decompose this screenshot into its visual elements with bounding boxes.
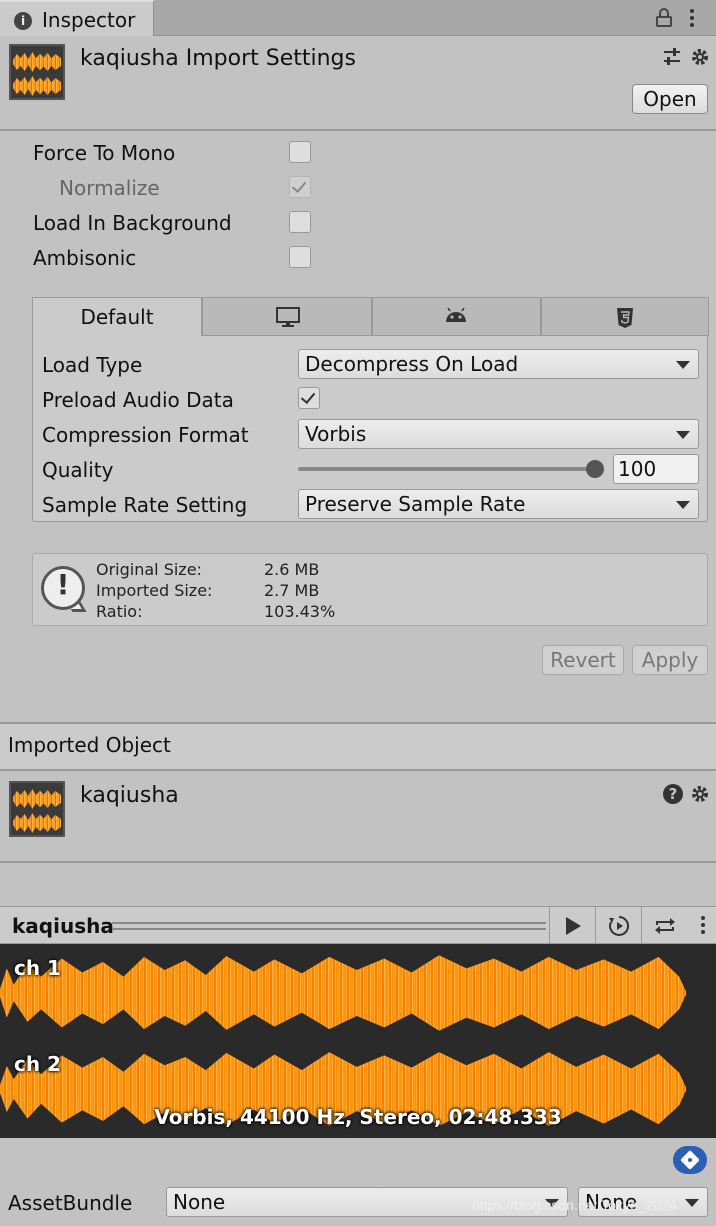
clip-info-text: Vorbis, 44100 Hz, Stereo, 02:48.333 bbox=[154, 1105, 562, 1129]
preload-audio-data-checkbox[interactable] bbox=[298, 387, 320, 409]
preview-drag-handle[interactable] bbox=[112, 922, 546, 924]
compression-format-value: Vorbis bbox=[305, 422, 367, 446]
audio-clip-thumbnail bbox=[9, 44, 65, 100]
sample-rate-setting-label: Sample Rate Setting bbox=[42, 493, 248, 517]
loop-icon bbox=[655, 918, 675, 934]
normalize-label: Normalize bbox=[59, 176, 160, 200]
html5-icon bbox=[617, 308, 633, 328]
apply-button[interactable]: Apply bbox=[632, 645, 708, 675]
auto-play-button[interactable] bbox=[595, 907, 641, 945]
preset-sliders-icon[interactable] bbox=[662, 47, 682, 67]
imported-object-name: kaqiusha bbox=[80, 783, 179, 808]
audio-preview-toolbar: kaqiusha bbox=[0, 906, 716, 945]
info-icon: i bbox=[14, 12, 32, 30]
imported-size-value: 2.7 MB bbox=[264, 581, 320, 600]
settings-gear-icon[interactable] bbox=[690, 784, 710, 804]
monitor-icon bbox=[276, 307, 300, 327]
android-icon bbox=[446, 307, 466, 322]
channel-2-label: ch 2 bbox=[14, 1052, 61, 1076]
loop-button[interactable] bbox=[641, 907, 687, 945]
chevron-down-icon bbox=[676, 431, 690, 439]
imported-clip-thumbnail bbox=[9, 781, 65, 837]
ambisonic-checkbox[interactable] bbox=[289, 246, 311, 268]
quality-slider-handle[interactable] bbox=[586, 460, 604, 478]
normalize-checkbox[interactable] bbox=[289, 176, 311, 198]
imported-object-title: Imported Object bbox=[8, 733, 171, 757]
play-icon bbox=[566, 917, 581, 935]
divider bbox=[0, 861, 716, 863]
tab-webgl[interactable] bbox=[541, 297, 709, 336]
tab-android[interactable] bbox=[372, 297, 541, 336]
force-to-mono-label: Force To Mono bbox=[33, 141, 176, 165]
sample-rate-value: Preserve Sample Rate bbox=[305, 492, 526, 516]
waveform-view[interactable]: ch 1 ch 2 Vorbis, 44100 Hz, Stereo, 02:4… bbox=[0, 944, 716, 1138]
original-size-label: Original Size: bbox=[96, 560, 202, 579]
preload-audio-data-label: Preload Audio Data bbox=[42, 388, 234, 412]
ratio-label: Ratio: bbox=[96, 602, 143, 621]
ambisonic-label: Ambisonic bbox=[33, 246, 137, 270]
load-in-background-label: Load In Background bbox=[33, 211, 232, 235]
imported-object-header: Imported Object bbox=[0, 724, 716, 769]
chevron-down-icon bbox=[685, 1199, 699, 1207]
preview-more-icon[interactable] bbox=[701, 916, 707, 937]
compression-format-dropdown[interactable]: Vorbis bbox=[298, 419, 699, 449]
load-type-label: Load Type bbox=[42, 353, 143, 377]
original-size-value: 2.6 MB bbox=[264, 560, 320, 579]
warning-icon: ! bbox=[39, 564, 89, 614]
ratio-value: 103.43% bbox=[264, 602, 336, 621]
size-info-box: ! Original Size: 2.6 MB Imported Size: 2… bbox=[32, 553, 708, 626]
divider bbox=[0, 129, 716, 131]
import-settings-title: kaqiusha Import Settings bbox=[80, 46, 356, 71]
revert-button[interactable]: Revert bbox=[542, 645, 624, 675]
load-in-background-checkbox[interactable] bbox=[289, 211, 311, 233]
help-icon[interactable]: ? bbox=[663, 784, 683, 804]
inspector-tab-label: Inspector bbox=[42, 8, 136, 32]
chevron-down-icon bbox=[676, 361, 690, 369]
open-button[interactable]: Open bbox=[632, 84, 708, 114]
quality-slider-track[interactable] bbox=[298, 467, 595, 471]
watermark-text: https://blog.csdn.net/Tokyo_2024 bbox=[472, 1197, 677, 1213]
compression-format-label: Compression Format bbox=[42, 423, 249, 447]
imported-size-label: Imported Size: bbox=[96, 581, 213, 600]
channel-1-label: ch 1 bbox=[14, 956, 61, 980]
load-type-dropdown[interactable]: Decompress On Load bbox=[298, 349, 699, 379]
inspector-tabbar: i Inspector bbox=[0, 0, 716, 36]
more-menu-icon[interactable] bbox=[690, 9, 696, 30]
assetbundle-value: None bbox=[173, 1190, 226, 1214]
tab-standalone[interactable] bbox=[202, 297, 372, 336]
inspector-tab[interactable]: i Inspector bbox=[0, 0, 154, 36]
load-type-value: Decompress On Load bbox=[305, 352, 519, 376]
tab-default[interactable]: Default bbox=[32, 297, 202, 336]
auto-play-icon bbox=[609, 915, 630, 936]
quality-label: Quality bbox=[42, 458, 114, 482]
asset-labels-icon[interactable] bbox=[673, 1146, 707, 1174]
play-button[interactable] bbox=[549, 907, 595, 945]
assetbundle-label: AssetBundle bbox=[8, 1191, 133, 1215]
chevron-down-icon bbox=[676, 501, 690, 509]
waveform-channel-1 bbox=[0, 955, 686, 1031]
tab-default-label: Default bbox=[80, 305, 154, 329]
platform-settings-panel: Default Load Type Decompress On Load Pre… bbox=[32, 297, 709, 522]
settings-gear-icon[interactable] bbox=[690, 47, 710, 67]
preview-clip-name: kaqiusha bbox=[12, 914, 114, 938]
divider bbox=[0, 769, 716, 771]
force-to-mono-checkbox[interactable] bbox=[289, 141, 311, 163]
lock-icon[interactable] bbox=[656, 8, 672, 27]
quality-input[interactable]: 100 bbox=[613, 454, 699, 484]
sample-rate-dropdown[interactable]: Preserve Sample Rate bbox=[298, 489, 699, 519]
